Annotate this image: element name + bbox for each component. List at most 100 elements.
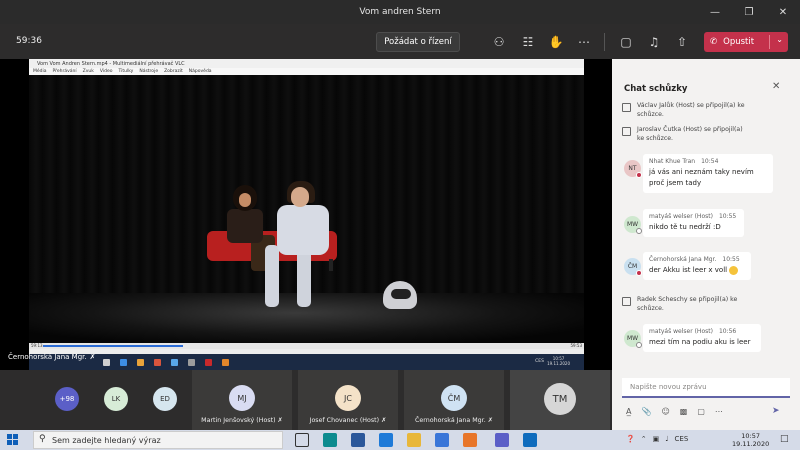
system-message: Václav Jalůk (Host) se připojil(a) ke sc… bbox=[622, 101, 747, 119]
avatar[interactable]: MW bbox=[624, 330, 642, 348]
vlc-window: Vom Vom Andren Stern.mp4 - Multimediální… bbox=[29, 59, 584, 370]
emoji-icon[interactable]: ☺ bbox=[661, 407, 669, 416]
leave-label: Opustit bbox=[723, 37, 755, 47]
meeting-toolbar: 59:36 Požádat o řízení ⚇ ☷ ✋ ⋯ ▢ ♫ ⇧ ✆ O… bbox=[0, 24, 800, 59]
avatar-initials: MW bbox=[626, 335, 639, 342]
message-text: mezi tím na podiu aku is leer bbox=[649, 338, 751, 346]
message-time: 10:55 bbox=[722, 256, 740, 263]
chat-message[interactable]: matyáš welser (Host) 10:55 nikdo tě tu ne… bbox=[643, 209, 744, 237]
status-dot bbox=[636, 228, 642, 234]
more-options-icon[interactable]: ⋯ bbox=[575, 33, 593, 51]
participant-avatar: MJ bbox=[229, 385, 255, 411]
participant-tile[interactable]: ČM Černohorská Jana Mgr. ✗ bbox=[404, 370, 504, 430]
remote-date: 19.11.2020 bbox=[547, 361, 570, 366]
attach-icon[interactable]: 📎 bbox=[641, 407, 651, 416]
message-time: 10:55 bbox=[718, 213, 737, 220]
participant-avatar: JC bbox=[335, 385, 361, 411]
message-text: já vás ani neznám taky nevím proč jsem t… bbox=[649, 168, 754, 187]
avatar[interactable]: MW bbox=[624, 216, 642, 234]
system-message-text: Radek Scheschy se připojil(a) ke schůzce… bbox=[637, 296, 738, 312]
taskbar-clock[interactable]: 10:57 19.11.2020 bbox=[732, 432, 769, 448]
shared-screen: Vom Vom Andren Stern.mp4 - Multimediální… bbox=[0, 59, 612, 370]
input-language[interactable]: CES bbox=[675, 435, 689, 443]
leave-button[interactable]: ✆ Opustit ⌄ bbox=[704, 32, 788, 52]
close-icon[interactable]: ✕ bbox=[766, 0, 800, 24]
vlc-menu-item: Zobrazit bbox=[164, 69, 183, 74]
remote-app-icon bbox=[120, 358, 127, 366]
vlc-menu: Média Přehrávání Zvuk Video Titulky Nást… bbox=[29, 68, 584, 75]
edge-icon[interactable] bbox=[323, 433, 337, 447]
participant-name: Černohorská Jana Mgr. ✗ bbox=[404, 417, 504, 424]
avatar-initials: MW bbox=[626, 221, 639, 228]
participant-name-text: Josef Chovanec (Host) bbox=[309, 417, 380, 424]
participant-avatar[interactable]: LK bbox=[104, 387, 128, 411]
more-options-icon[interactable]: ⋯ bbox=[715, 407, 723, 416]
overflow-participants[interactable]: +98 bbox=[55, 387, 79, 411]
maximize-icon[interactable]: ❐ bbox=[732, 0, 766, 24]
system-message-text: Jaroslav Čutka (Host) se připojil(a) ke … bbox=[637, 126, 743, 142]
chat-message[interactable]: Černohorská Jana Mgr. 10:55 der Akku ist … bbox=[643, 252, 751, 280]
network-icon[interactable]: ▣ bbox=[653, 435, 660, 443]
teams-icon[interactable] bbox=[495, 433, 509, 447]
share-screen-icon[interactable]: ⇧ bbox=[673, 33, 691, 51]
chevron-down-icon[interactable]: ⌄ bbox=[776, 35, 783, 44]
chat-panel: Chat schůzky ✕ Václav Jalůk (Host) se př… bbox=[612, 59, 800, 430]
participants-icon[interactable]: ⚇ bbox=[490, 33, 508, 51]
participant-tile[interactable]: MJ Martin Jenšovský (Host) ✗ bbox=[192, 370, 292, 430]
minimize-icon[interactable]: — bbox=[698, 0, 732, 24]
join-icon bbox=[622, 297, 631, 306]
avatar[interactable]: NT bbox=[624, 160, 642, 178]
message-text: der Akku ist leer x voll bbox=[643, 263, 751, 280]
windows-start-icon[interactable] bbox=[7, 434, 19, 446]
notifications-icon[interactable]: □ bbox=[780, 434, 789, 444]
chat-icon[interactable]: ☷ bbox=[519, 33, 537, 51]
word-icon[interactable] bbox=[351, 433, 365, 447]
camera-off-icon[interactable]: ▢ bbox=[617, 33, 635, 51]
mic-off-icon[interactable]: ♫ bbox=[645, 33, 663, 51]
remote-app-icon bbox=[188, 358, 195, 366]
help-icon[interactable]: ❓ bbox=[626, 435, 635, 443]
message-input[interactable]: Napište novou zprávu bbox=[622, 378, 790, 398]
sofa-leg bbox=[329, 259, 333, 271]
outlook-icon[interactable] bbox=[523, 433, 537, 447]
windows-taskbar: ⚲ Sem zadejte hledaný výraz ❓ ⌃ ▣ ♩ CES … bbox=[0, 430, 800, 450]
taskbar-search-input[interactable]: ⚲ Sem zadejte hledaný výraz bbox=[33, 431, 283, 449]
app-icon[interactable] bbox=[435, 433, 449, 447]
vlc-menu-item: Titulky bbox=[118, 69, 134, 74]
chevron-up-icon[interactable]: ⌃ bbox=[641, 435, 647, 443]
file-explorer-icon[interactable] bbox=[407, 433, 421, 447]
chat-message[interactable]: matyáš welser (Host) 10:56 mezi tím na po… bbox=[643, 324, 761, 352]
message-text-content: der Akku ist leer x voll bbox=[649, 266, 728, 274]
chat-message[interactable]: Nhat Khue Tran 10:54 já vás ani neznám ta… bbox=[643, 154, 773, 193]
message-author: Černohorská Jana Mgr. bbox=[649, 256, 717, 263]
toolbar-divider bbox=[604, 33, 605, 51]
raise-hand-icon[interactable]: ✋ bbox=[547, 33, 565, 51]
self-view-tile[interactable]: TM bbox=[510, 370, 610, 430]
message-author: matyáš welser (Host) bbox=[649, 213, 713, 220]
message-author: Nhat Khue Tran bbox=[649, 158, 696, 165]
close-icon[interactable]: ✕ bbox=[772, 81, 780, 92]
request-control-button[interactable]: Požádat o řízení bbox=[376, 32, 460, 52]
system-message: Jaroslav Čutka (Host) se připojil(a) ke … bbox=[622, 125, 747, 143]
mail-icon[interactable] bbox=[379, 433, 393, 447]
message-header: matyáš welser (Host) 10:55 bbox=[643, 209, 744, 220]
avatar[interactable]: ČM bbox=[624, 258, 642, 276]
vlc-icon[interactable] bbox=[463, 433, 477, 447]
send-icon[interactable]: ➤ bbox=[772, 406, 780, 416]
remote-lang: CES bbox=[535, 359, 544, 364]
avatar-initials: NT bbox=[628, 165, 637, 172]
helmet-visor bbox=[391, 289, 411, 299]
vlc-seek-fill bbox=[43, 345, 183, 347]
task-view-icon[interactable] bbox=[295, 433, 309, 447]
vlc-elapsed: 59:13 bbox=[31, 343, 43, 348]
volume-icon[interactable]: ♩ bbox=[665, 435, 668, 443]
vlc-cone-icon bbox=[222, 358, 229, 366]
vlc-menu-item: Nápověda bbox=[188, 69, 212, 74]
sticker-icon[interactable]: ▢ bbox=[697, 407, 705, 416]
gif-icon[interactable]: ▩ bbox=[680, 407, 688, 416]
format-icon[interactable]: A̲ bbox=[626, 407, 631, 416]
participant-avatar[interactable]: ED bbox=[153, 387, 177, 411]
participant-name-text: Černohorská Jana Mgr. bbox=[414, 417, 486, 424]
participant-tile[interactable]: JC Josef Chovanec (Host) ✗ bbox=[298, 370, 398, 430]
title-bar: Vom andren Stern — ❐ ✕ bbox=[0, 0, 800, 24]
